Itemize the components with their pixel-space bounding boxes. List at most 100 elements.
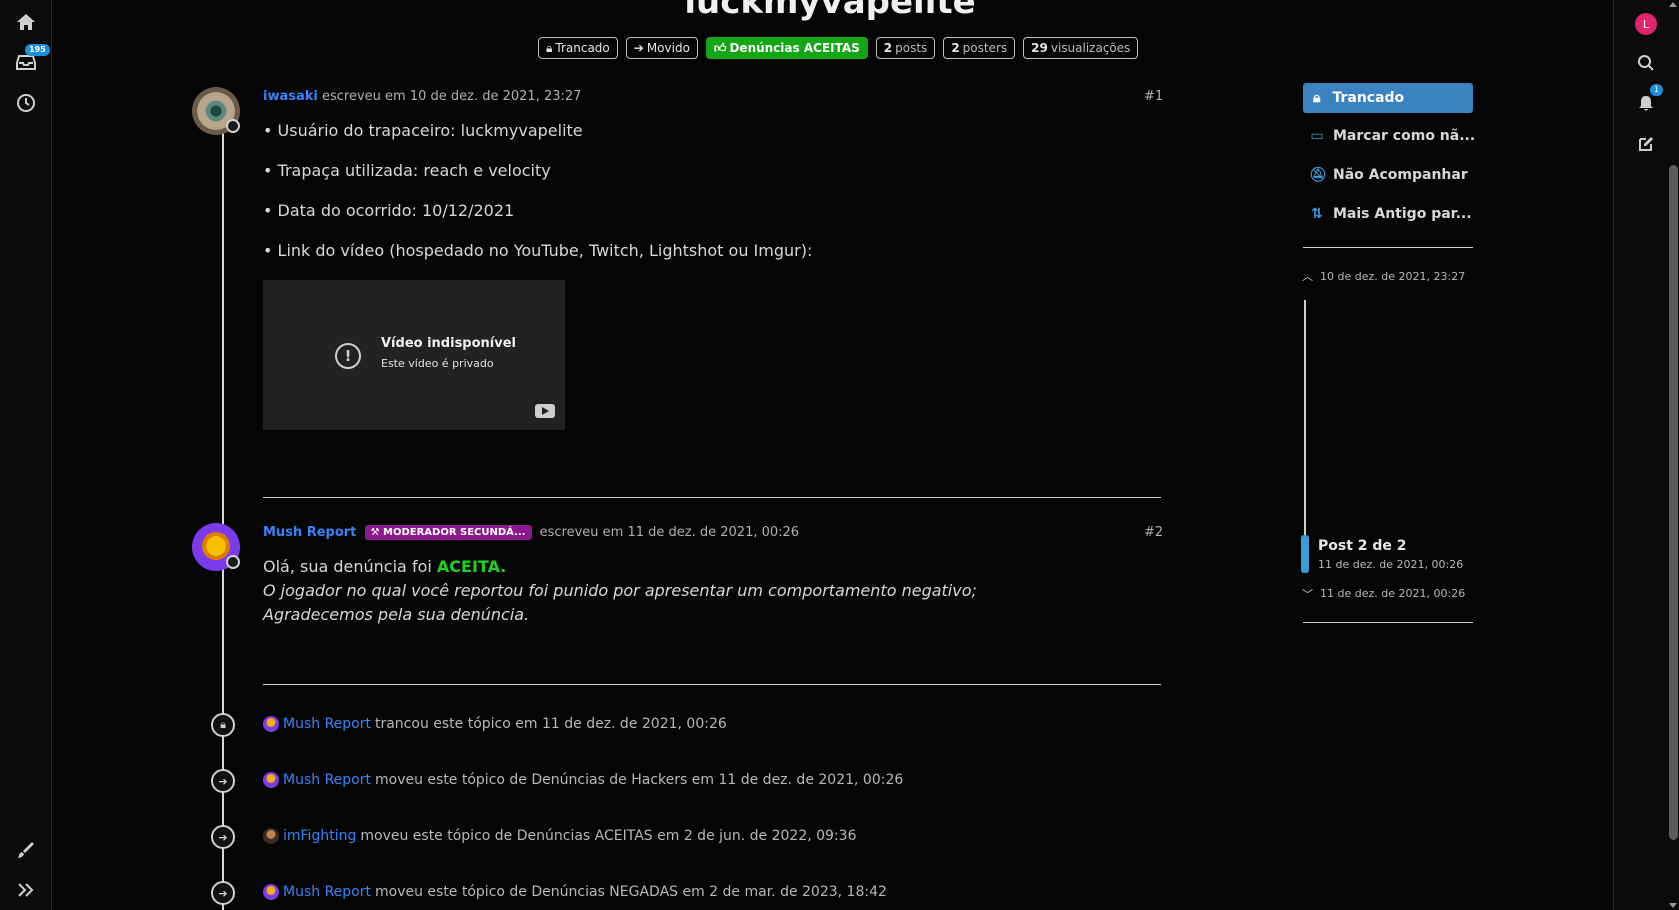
compose-icon[interactable] xyxy=(1632,130,1660,158)
user-avatar[interactable]: L xyxy=(1635,13,1657,35)
category-badge-label: Denúncias ACEITAS xyxy=(729,41,860,55)
timeline-divider xyxy=(1303,622,1473,623)
timeline-end-date[interactable]: 11 de dez. de 2021, 00:26 xyxy=(1320,587,1465,600)
arrow-right-icon: ➔ xyxy=(211,825,235,849)
mark-unread-label: Marcar como nã... xyxy=(1333,128,1476,144)
right-sidebar: L 1 xyxy=(1613,0,1679,910)
post-2-body: Olá, sua denúncia foi ACEITA. O jogador … xyxy=(263,555,977,627)
unfollow-label: Não Acompanhar xyxy=(1333,167,1468,183)
expand-icon[interactable] xyxy=(12,876,40,904)
post-line: • Data do ocorrido: 10/12/2021 xyxy=(263,201,515,220)
accepted-label: ACEITA. xyxy=(436,557,507,576)
moderator-badge-label: MODERADOR SECUNDÁ... xyxy=(383,527,526,538)
post-author[interactable]: Mush Report xyxy=(263,525,356,540)
event-user[interactable]: Mush Report xyxy=(283,716,371,732)
posts-count: 2 xyxy=(883,41,893,55)
moderator-badge[interactable]: ⚒ MODERADOR SECUNDÁ... xyxy=(364,525,532,540)
sort-icon: ⇅ xyxy=(1311,206,1323,222)
video-subtitle: Este vídeo é privado xyxy=(381,357,494,370)
post-line: Olá, sua denúncia foi ACEITA. xyxy=(263,555,977,579)
event-user[interactable]: imFighting xyxy=(283,828,356,844)
lock-icon: 🔒︎ xyxy=(211,713,235,737)
scroll-down-arrow[interactable] xyxy=(1669,903,1677,908)
timeline-handle[interactable] xyxy=(1301,535,1309,573)
post-author[interactable]: iwasaki xyxy=(263,89,318,104)
sort-label: Mais Antigo par... xyxy=(1333,206,1472,222)
arrow-right-icon: ➔ xyxy=(211,769,235,793)
locked-button[interactable]: 🔒︎ Trancado xyxy=(1303,83,1473,113)
avatar[interactable] xyxy=(263,884,279,900)
posts-count-badge: 2 posts xyxy=(875,37,936,59)
post-divider xyxy=(263,684,1161,685)
post-date[interactable]: escreveu em 10 de dez. de 2021, 23:27 xyxy=(322,89,581,104)
forum-app: 195 luckmyvapelite 🔒︎ Trancado ➔ Movido 👍︎… xyxy=(0,0,1679,910)
small-action: Mush Report trancou este tópico em 11 de… xyxy=(263,716,727,732)
small-action: imFighting moveu este tópico de Denúncia… xyxy=(263,828,857,844)
locked-badge-label: Trancado xyxy=(555,41,610,55)
brush-icon[interactable] xyxy=(12,836,40,864)
notification-count-badge: 1 xyxy=(1650,84,1664,96)
home-icon[interactable] xyxy=(12,8,40,36)
timeline-start-date[interactable]: 10 de dez. de 2021, 23:27 xyxy=(1320,270,1465,283)
youtube-icon[interactable] xyxy=(535,404,555,418)
moved-badge-label: Movido xyxy=(646,41,690,55)
small-action: Mush Report moveu este tópico de Denúnci… xyxy=(263,884,887,900)
status-dot xyxy=(226,555,240,569)
inbox-count-badge: 195 xyxy=(25,44,50,56)
event-text: trancou este tópico em 11 de dez. de 202… xyxy=(374,716,727,732)
post-divider xyxy=(263,497,1161,498)
post-line: • Usuário do trapaceiro: luckmyvapelite xyxy=(263,121,583,140)
chevron-up-icon[interactable]: ︿ xyxy=(1302,268,1313,284)
post-line: O jogador no qual você reportou foi puni… xyxy=(263,581,977,600)
small-action: Mush Report moveu este tópico de Denúnci… xyxy=(263,772,903,788)
views-count: 29 xyxy=(1031,41,1048,55)
post-1-meta: iwasaki escreveu em 10 de dez. de 2021, … xyxy=(263,89,581,104)
timeline-position-date: 11 de dez. de 2021, 00:26 xyxy=(1318,558,1464,571)
arrow-right-circle-icon: ➔ xyxy=(633,41,644,55)
post-date[interactable]: escreveu em 11 de dez. de 2021, 00:26 xyxy=(540,525,799,540)
lock-icon: 🔒︎ xyxy=(1313,90,1321,106)
post-number[interactable]: #1 xyxy=(1144,89,1163,104)
post-line: • Link do vídeo (hospedado no YouTube, T… xyxy=(263,241,813,260)
post-line: • Trapaça utilizada: reach e velocity xyxy=(263,161,551,180)
scroll-up-arrow[interactable] xyxy=(1669,2,1677,7)
inbox-icon: ▭ xyxy=(1310,128,1324,144)
chevron-down-icon[interactable]: ﹀ xyxy=(1302,586,1313,602)
user-initial: L xyxy=(1642,17,1650,31)
bell-slash-icon: 🔕︎ xyxy=(1309,167,1327,183)
controls-divider xyxy=(1303,247,1473,248)
video-title: Vídeo indisponível xyxy=(381,336,517,351)
moved-badge[interactable]: ➔ Movido xyxy=(625,37,698,59)
posters-count-badge: 2 posters xyxy=(943,37,1016,59)
timeline-position: Post 2 de 2 xyxy=(1318,538,1407,554)
search-icon[interactable] xyxy=(1632,49,1660,77)
posts-label: posts xyxy=(895,41,928,55)
post-line: Agradecemos pela sua denúncia. xyxy=(263,605,530,624)
scrollbar-thumb[interactable] xyxy=(1669,165,1678,840)
lock-icon: 🔒︎ xyxy=(546,40,553,55)
event-text: moveu este tópico de Denúncias NEGADAS e… xyxy=(374,884,887,900)
avatar[interactable] xyxy=(263,772,279,788)
arrow-right-icon: ➔ xyxy=(211,881,235,905)
sort-button[interactable]: ⇅ Mais Antigo par... xyxy=(1309,206,1472,222)
timeline-track[interactable] xyxy=(1304,300,1306,535)
post-1-body: • Usuário do trapaceiro: luckmyvapelite … xyxy=(263,121,812,281)
posters-count: 2 xyxy=(951,41,960,55)
unfollow-button[interactable]: 🔕︎ Não Acompanhar xyxy=(1309,167,1468,183)
status-dot xyxy=(226,119,240,133)
mark-unread-button[interactable]: ▭ Marcar como nã... xyxy=(1309,128,1475,144)
event-user[interactable]: Mush Report xyxy=(283,772,371,788)
avatar[interactable] xyxy=(263,716,279,732)
avatar[interactable] xyxy=(263,828,279,844)
posters-label: posters xyxy=(962,41,1008,55)
locked-badge[interactable]: 🔒︎ Trancado xyxy=(538,37,618,59)
alert-icon: ! xyxy=(335,343,361,369)
history-icon[interactable] xyxy=(12,89,40,117)
event-user[interactable]: Mush Report xyxy=(283,884,371,900)
category-badge[interactable]: 👍︎ Denúncias ACEITAS xyxy=(705,37,868,59)
post-number[interactable]: #2 xyxy=(1144,525,1163,540)
left-sidebar: 195 xyxy=(0,0,52,910)
video-embed[interactable]: ! Vídeo indisponível Este vídeo é privad… xyxy=(263,280,565,430)
topic-title: luckmyvapelite xyxy=(684,0,976,22)
topic-badges: 🔒︎ Trancado ➔ Movido 👍︎ Denúncias ACEITAS 2… xyxy=(538,37,1139,59)
